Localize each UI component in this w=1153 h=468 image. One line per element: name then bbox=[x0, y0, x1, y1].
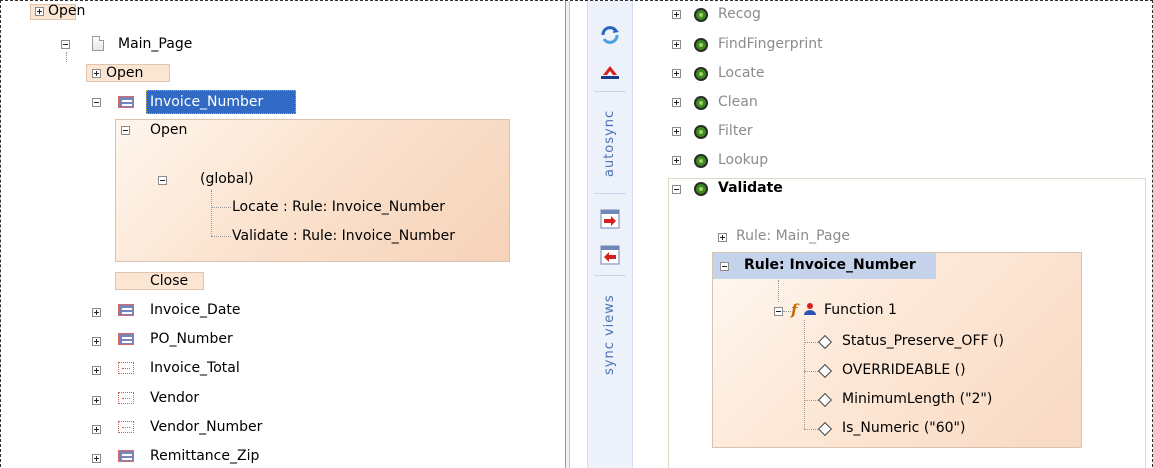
expand-toggle[interactable] bbox=[92, 396, 101, 405]
page-icon bbox=[92, 36, 104, 51]
validate-rule-label[interactable]: Validate : Rule: Invoice_Number bbox=[232, 228, 455, 244]
step-recog[interactable]: Recog bbox=[718, 6, 761, 22]
rule-invoice-number-label[interactable]: Rule: Invoice_Number bbox=[744, 257, 916, 273]
gear-icon bbox=[694, 8, 708, 22]
left-tree-pane: Open Main_Page Open Invoice_Number Open … bbox=[0, 0, 563, 468]
tree-guide-line bbox=[804, 371, 818, 372]
eraser-icon[interactable] bbox=[599, 63, 621, 81]
collapse-toggle[interactable] bbox=[121, 126, 130, 135]
collapse-toggle[interactable] bbox=[61, 40, 70, 49]
zone-icon bbox=[118, 333, 134, 345]
sync-right-icon[interactable] bbox=[600, 209, 620, 229]
expand-toggle[interactable] bbox=[92, 454, 101, 463]
collapse-toggle[interactable] bbox=[672, 185, 681, 194]
gear-icon bbox=[694, 38, 708, 52]
expand-toggle[interactable] bbox=[672, 10, 681, 19]
refresh-icon[interactable] bbox=[600, 25, 620, 45]
rule-main-page-label[interactable]: Rule: Main_Page bbox=[736, 228, 850, 244]
collapse-toggle[interactable] bbox=[774, 307, 783, 316]
side-toolbar: autosync sync views bbox=[587, 1, 633, 468]
zone-icon bbox=[118, 362, 134, 374]
step-lookup[interactable]: Lookup bbox=[718, 152, 768, 168]
field-invoice-date[interactable]: Invoice_Date bbox=[150, 302, 241, 318]
gear-icon bbox=[694, 182, 708, 196]
gear-icon bbox=[694, 154, 708, 168]
panel-open-label: Open bbox=[150, 122, 188, 138]
function-icon: f bbox=[790, 301, 816, 319]
collapse-toggle[interactable] bbox=[720, 262, 729, 271]
tree-guide-line bbox=[211, 207, 231, 208]
open-label: Open bbox=[106, 65, 144, 81]
field-remittance-zip[interactable]: Remittance_Zip bbox=[150, 448, 259, 464]
toolbar-separator bbox=[594, 275, 626, 276]
step-clean[interactable]: Clean bbox=[718, 94, 758, 110]
expand-toggle[interactable] bbox=[672, 69, 681, 78]
toolbar-separator bbox=[594, 91, 626, 92]
function-item[interactable]: OVERRIDEABLE () bbox=[842, 362, 966, 378]
expand-toggle[interactable] bbox=[92, 337, 101, 346]
zone-icon bbox=[118, 96, 134, 108]
tree-guide-line bbox=[804, 342, 818, 343]
expand-toggle[interactable] bbox=[718, 233, 727, 242]
expand-toggle[interactable] bbox=[35, 7, 44, 16]
expand-toggle[interactable] bbox=[672, 127, 681, 136]
zone-icon bbox=[118, 304, 134, 316]
tree-guide-line bbox=[66, 52, 67, 62]
expand-toggle[interactable] bbox=[92, 69, 101, 78]
right-tree-pane: Recog FindFingerprint Locate Clean Filte… bbox=[634, 0, 1153, 468]
tree-guide-line bbox=[211, 236, 231, 237]
tree-guide-line bbox=[804, 429, 818, 430]
expand-toggle[interactable] bbox=[672, 156, 681, 165]
top-open-label: Open bbox=[48, 3, 86, 19]
expand-toggle[interactable] bbox=[92, 366, 101, 375]
expand-toggle[interactable] bbox=[92, 425, 101, 434]
sync-left-icon[interactable] bbox=[600, 245, 620, 265]
gear-icon bbox=[694, 125, 708, 139]
field-po-number[interactable]: PO_Number bbox=[150, 331, 233, 347]
tree-guide-line bbox=[778, 280, 779, 302]
tree-guide-line bbox=[804, 400, 818, 401]
gear-icon bbox=[694, 96, 708, 110]
close-label: Close bbox=[150, 273, 189, 289]
tree-guide-line bbox=[804, 320, 805, 429]
zone-icon bbox=[118, 450, 134, 462]
sync-views-label[interactable]: sync views bbox=[602, 283, 617, 375]
step-findfingerprint[interactable]: FindFingerprint bbox=[718, 36, 823, 52]
svg-text:f: f bbox=[790, 301, 800, 319]
field-vendor-number[interactable]: Vendor_Number bbox=[150, 419, 262, 435]
function-label[interactable]: Function 1 bbox=[824, 302, 897, 318]
step-locate[interactable]: Locate bbox=[718, 65, 765, 81]
zone-icon bbox=[118, 392, 134, 404]
expand-toggle[interactable] bbox=[672, 98, 681, 107]
invoice-number-label[interactable]: Invoice_Number bbox=[150, 94, 263, 110]
collapse-toggle[interactable] bbox=[158, 176, 167, 185]
toolbar-separator bbox=[594, 193, 626, 194]
zone-icon bbox=[118, 421, 134, 433]
collapse-toggle[interactable] bbox=[92, 98, 101, 107]
global-label: (global) bbox=[200, 171, 254, 187]
pane-splitter[interactable] bbox=[565, 1, 570, 468]
rule-invoice-number-panel bbox=[712, 252, 1082, 448]
main-page-label[interactable]: Main_Page bbox=[118, 36, 192, 52]
expand-toggle[interactable] bbox=[92, 308, 101, 317]
field-invoice-total[interactable]: Invoice_Total bbox=[150, 360, 240, 376]
field-vendor[interactable]: Vendor bbox=[150, 390, 199, 406]
step-filter[interactable]: Filter bbox=[718, 123, 753, 139]
validate-label[interactable]: Validate bbox=[718, 180, 783, 196]
function-item[interactable]: Status_Preserve_OFF () bbox=[842, 333, 1004, 349]
gear-icon bbox=[694, 67, 708, 81]
autosync-label[interactable]: autosync bbox=[602, 97, 617, 177]
locate-rule-label[interactable]: Locate : Rule: Invoice_Number bbox=[232, 199, 445, 215]
expand-toggle[interactable] bbox=[672, 40, 681, 49]
tree-guide-line bbox=[211, 190, 212, 236]
function-item[interactable]: MinimumLength ("2") bbox=[842, 391, 992, 407]
function-item[interactable]: Is_Numeric ("60") bbox=[842, 420, 965, 436]
